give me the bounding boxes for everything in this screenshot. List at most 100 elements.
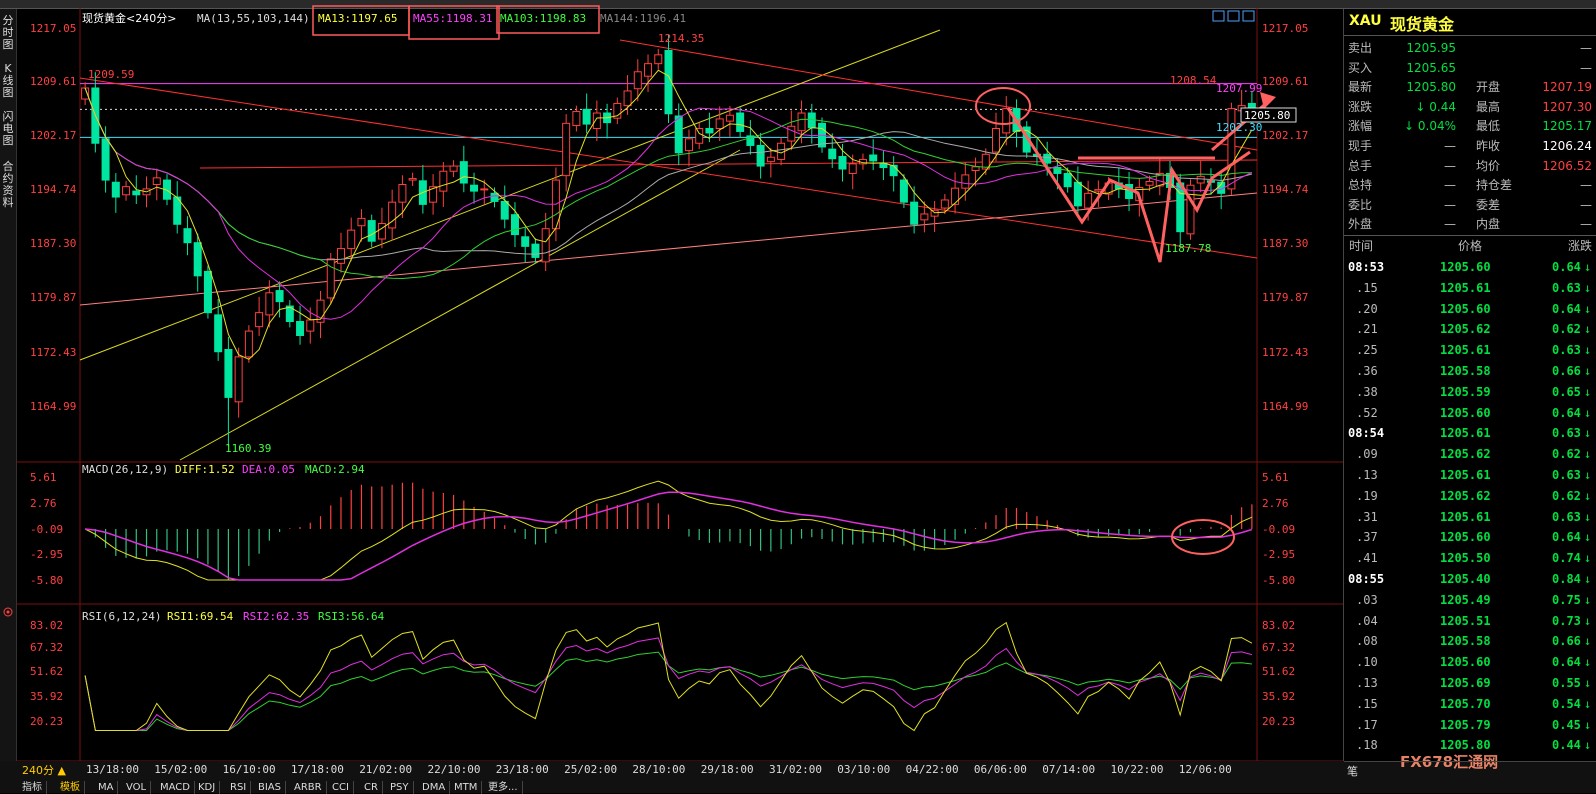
arrow-down-icon: ↓ xyxy=(1584,301,1592,316)
price-tick-left: 1202.17 xyxy=(30,129,76,142)
trade-time: .18 xyxy=(1356,738,1378,753)
quote-value-2: 1207.19 xyxy=(1542,80,1592,95)
rsi-settings-icon[interactable] xyxy=(3,607,13,617)
indicator-tab[interactable]: 更多... xyxy=(484,781,523,794)
trade-time: .04 xyxy=(1356,613,1378,628)
indicator-tab[interactable]: MTM xyxy=(450,781,483,794)
trade-row: .36 1205.58 0.66 ↓ xyxy=(1344,361,1596,382)
date-tick: 10/22:00 xyxy=(1110,763,1164,776)
indicator-tab[interactable]: PSY xyxy=(386,781,414,794)
tab-ticks[interactable]: 笔 xyxy=(1347,763,1358,779)
trade-price: 1205.60 xyxy=(1440,655,1491,670)
trade-price: 1205.60 xyxy=(1440,530,1491,545)
trend-line[interactable] xyxy=(79,192,1258,306)
indicator-tab[interactable]: RSI xyxy=(226,781,252,794)
indicator-tab[interactable]: ARBR xyxy=(290,781,327,794)
trades-header-change: 涨跌 xyxy=(1568,239,1593,253)
date-tick: 31/02:00 xyxy=(769,763,822,776)
macd-tick-right: 5.61 xyxy=(1262,471,1289,484)
trade-price: 1205.58 xyxy=(1440,364,1491,378)
trade-price: 1205.62 xyxy=(1440,488,1491,503)
last-price-label: 1205.80 xyxy=(1244,109,1290,122)
indicator-tab[interactable]: CR xyxy=(360,781,383,794)
period-selector[interactable]: 240分 ▲ xyxy=(18,761,70,780)
chart-layout-icon[interactable] xyxy=(1227,10,1240,22)
quote-label: 委比 xyxy=(1348,197,1373,212)
indicator-tab[interactable]: MA xyxy=(94,781,119,794)
trade-row: 08:54 1205.61 0.63 ↓ xyxy=(1344,423,1596,444)
indicator-tab[interactable]: MACD xyxy=(156,781,195,794)
candle-body xyxy=(234,356,243,403)
trend-line[interactable] xyxy=(179,149,741,461)
price-tick-left: 1187.30 xyxy=(30,237,76,250)
quote-value-2: — xyxy=(1580,41,1592,55)
main-chart[interactable]: 1217.05 1217.051209.61 1209.611202.17 1202.… xyxy=(0,0,1343,761)
indicator-tab[interactable]: 指标 xyxy=(18,781,47,794)
candle-body xyxy=(1043,153,1052,164)
trade-change: 0.75 xyxy=(1552,592,1581,607)
indicator-tab[interactable]: CCI xyxy=(328,781,354,794)
trade-row: .38 1205.59 0.65 ↓ xyxy=(1344,382,1596,403)
quote-divider xyxy=(1344,35,1596,36)
rsi-tick-left: 35.92 xyxy=(30,690,63,703)
trades-header-price: 价格 xyxy=(1458,239,1483,253)
trade-row: .17 1205.79 0.45 ↓ xyxy=(1344,715,1596,736)
candle-body xyxy=(1145,181,1154,186)
indicator-tab[interactable]: KDJ xyxy=(194,781,221,794)
indicator-tab[interactable]: DMA xyxy=(418,781,451,794)
period-label: 240分 xyxy=(22,764,54,777)
high-label: 1214.35 xyxy=(658,32,704,45)
candle-body xyxy=(838,155,847,170)
arrow-down-icon: ↓ xyxy=(1584,488,1592,503)
trade-row: .13 1205.61 0.63 ↓ xyxy=(1344,465,1596,486)
macd-legend-label: MACD(26,12,9) xyxy=(82,463,168,476)
candle-body xyxy=(470,184,479,192)
chart-settings-icon[interactable] xyxy=(1242,10,1255,22)
trade-time: .15 xyxy=(1356,696,1378,711)
rsi-tick-left: 20.23 xyxy=(30,715,63,728)
candle-body xyxy=(654,54,663,65)
indicator-tab[interactable]: BIAS xyxy=(254,781,286,794)
rsi-tick-left: 51.62 xyxy=(30,665,63,678)
price-tick-right: 1194.74 xyxy=(1262,183,1309,196)
indicator-tab[interactable]: VOL xyxy=(122,781,152,794)
candle-body xyxy=(111,181,120,198)
trade-change: 0.64 xyxy=(1552,530,1581,545)
arrow-down-icon: ↓ xyxy=(1584,592,1592,607)
arrow-down-icon: ↓ xyxy=(1584,280,1592,295)
candle-body xyxy=(787,125,796,142)
trade-time: .38 xyxy=(1356,384,1378,399)
trade-price: 1205.61 xyxy=(1440,426,1491,441)
trade-change: 0.74 xyxy=(1552,551,1581,566)
trade-price: 1205.60 xyxy=(1440,301,1491,316)
date-tick: 06/06:00 xyxy=(973,763,1027,776)
candle-body xyxy=(715,118,724,129)
trade-change: 0.62 xyxy=(1552,447,1581,462)
macd-diff-value: DIFF:1.52 xyxy=(175,463,235,476)
macd-tick-right: -5.80 xyxy=(1262,574,1295,587)
candle-body xyxy=(1063,172,1072,188)
price-tick-left: 1194.74 xyxy=(30,183,77,196)
candle-body xyxy=(122,186,131,196)
chart-title: 现货黄金<240分> xyxy=(82,11,176,25)
trade-time: .08 xyxy=(1356,634,1378,649)
rsi-tick-right: 67.32 xyxy=(1262,641,1295,654)
rsi-tick-right: 35.92 xyxy=(1262,690,1295,703)
price-tick-right: 1209.61 xyxy=(1262,75,1308,88)
trade-time: 08:53 xyxy=(1348,260,1385,274)
trade-price: 1205.61 xyxy=(1440,509,1491,524)
price-tick-right: 1202.17 xyxy=(1262,129,1308,142)
candle-body xyxy=(674,115,683,154)
indicator-tab[interactable]: 模板 xyxy=(56,781,85,794)
candle-body xyxy=(705,128,714,134)
chart-zoom-icon[interactable] xyxy=(1212,10,1225,22)
candle-body xyxy=(275,290,284,303)
quote-value-2: — xyxy=(1580,60,1592,75)
candle-body xyxy=(644,63,653,77)
trade-row: .04 1205.51 0.73 ↓ xyxy=(1344,611,1596,632)
price-tick-left: 1164.99 xyxy=(30,400,76,413)
trade-time: .09 xyxy=(1356,447,1378,462)
date-tick: 21/02:00 xyxy=(359,763,413,776)
macd-tick-right: 2.76 xyxy=(1262,497,1289,510)
date-tick: 17/18:00 xyxy=(290,763,344,776)
